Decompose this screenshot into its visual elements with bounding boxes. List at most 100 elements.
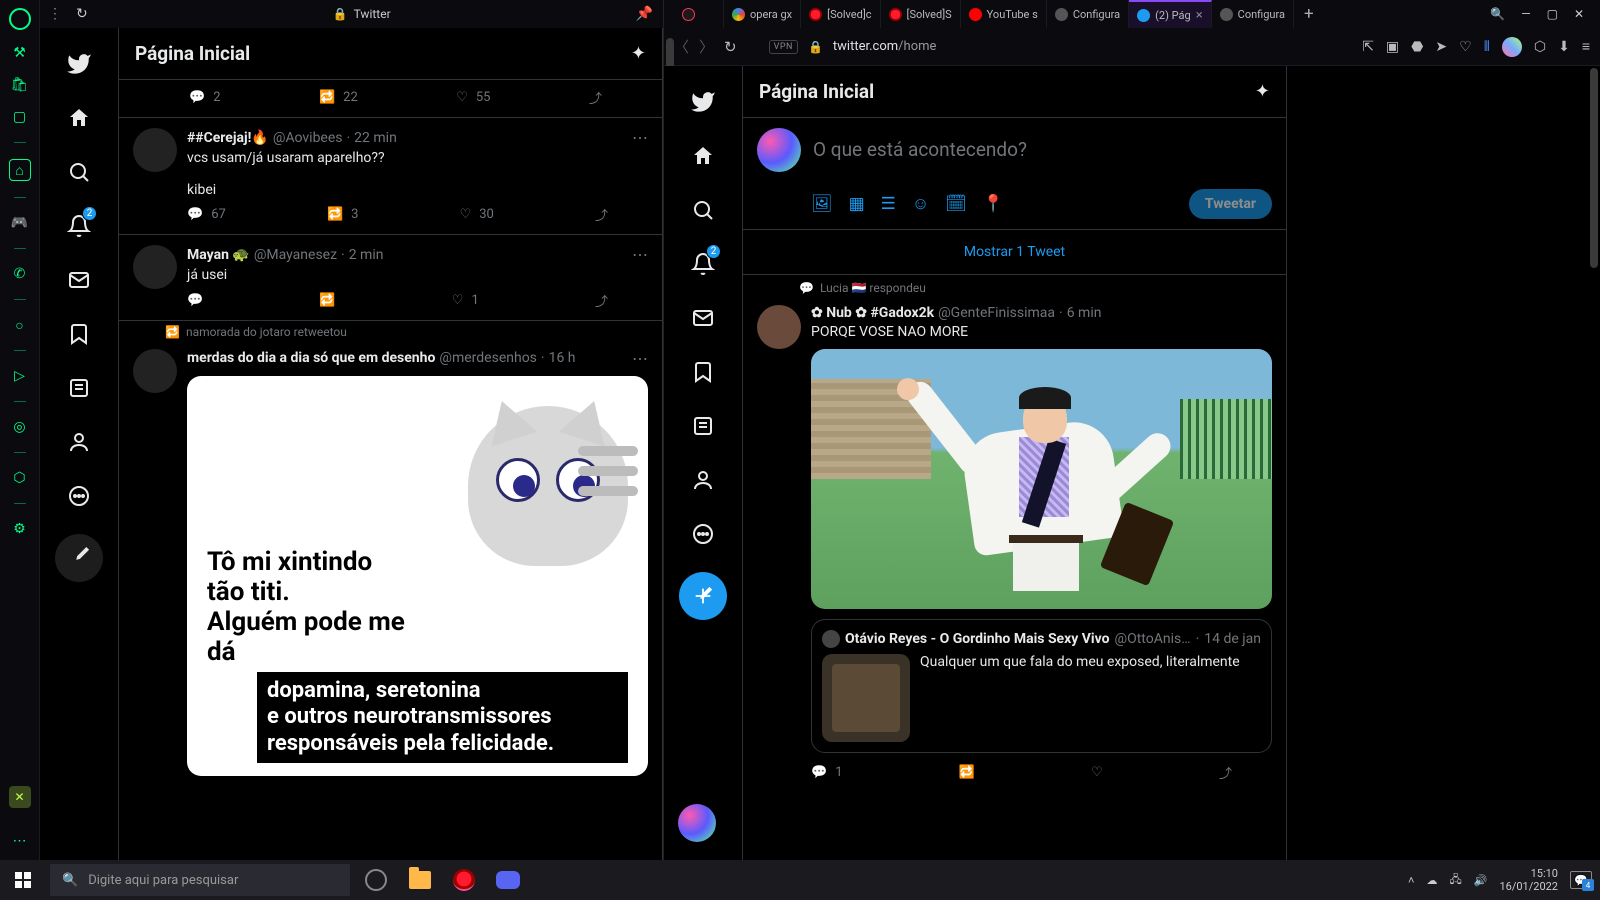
gx-home-icon[interactable]: ⌂ (9, 159, 31, 181)
taskbar-search[interactable]: 🔍 Digite aqui para pesquisar (50, 864, 350, 896)
lists-icon[interactable] (55, 364, 103, 412)
gx-target-icon[interactable]: ◎ (11, 418, 29, 436)
messages-icon[interactable] (679, 294, 727, 342)
gx-game-icon[interactable]: 🎮 (11, 214, 29, 232)
location-icon[interactable]: 📍 (983, 194, 1004, 214)
sparkle-icon[interactable]: ✦ (631, 43, 646, 64)
gx-cube-icon[interactable]: ⬡ (11, 469, 29, 487)
opera-gx-taskbar-icon[interactable] (442, 860, 486, 900)
gx-play-icon[interactable]: ▷ (11, 367, 29, 385)
profile-icon[interactable] (55, 418, 103, 466)
like-action[interactable]: ♡ 30 (460, 205, 494, 224)
gx-mod-icon[interactable]: ⚒ (11, 44, 29, 62)
gx-settings-icon[interactable]: ⚙ (11, 520, 29, 538)
messages-icon[interactable] (55, 256, 103, 304)
maximize-icon[interactable]: ▢ (1547, 7, 1558, 21)
reply-action[interactable]: 💬 2 (189, 88, 221, 107)
compose-input[interactable]: O que está acontecendo? (813, 128, 1272, 189)
share-action[interactable]: ⤴ (589, 88, 602, 107)
scrollbar[interactable] (1586, 66, 1600, 860)
gx-circle-icon[interactable]: ○ (11, 316, 29, 334)
reply-action[interactable]: 💬 (187, 291, 203, 310)
more-icon[interactable] (679, 510, 727, 558)
snapshot-icon[interactable]: ▣ (1386, 39, 1399, 55)
notifications-icon[interactable]: 💬4 (1570, 871, 1592, 889)
share-icon[interactable]: ⇱ (1362, 39, 1374, 55)
tray-cloud-icon[interactable]: ☁ (1426, 874, 1437, 887)
forward-icon[interactable]: 〉 (699, 36, 714, 57)
explorer-icon[interactable] (398, 860, 442, 900)
back-icon[interactable]: 〈 (674, 36, 689, 57)
url-display[interactable]: twitter.com/home (833, 39, 937, 54)
tab-twitter-active[interactable]: (2) Pág× (1129, 0, 1212, 28)
more-icon[interactable]: ⋯ (632, 349, 648, 368)
retweet-action[interactable]: 🔁 (959, 763, 975, 782)
tray-network-icon[interactable]: 🖧 (1449, 871, 1461, 890)
tweet[interactable]: Mayan 🐢 @Mayanesez · 2 min⋯ já usei 💬 🔁 … (119, 235, 662, 320)
lists-icon[interactable] (679, 402, 727, 450)
like-action[interactable]: ♡ 1 (452, 291, 479, 310)
minimize-icon[interactable]: — (1521, 7, 1530, 21)
heart-icon[interactable]: ♡ (1459, 39, 1472, 55)
retweet-action[interactable]: 🔁 (319, 291, 335, 310)
share-action[interactable]: ⤴ (595, 205, 608, 224)
tab-config-1[interactable]: Configura (1047, 0, 1129, 28)
tab-opera-1[interactable]: [Solved]c (801, 0, 880, 28)
gx-corner-icon[interactable]: ✕ (9, 786, 31, 808)
gx-more-icon[interactable]: ⋯ (11, 832, 29, 850)
menu-dots-icon[interactable]: ⋮ (48, 6, 62, 22)
tweet-button[interactable]: Tweetar (1189, 189, 1272, 219)
tweet[interactable]: ✿ Nub ✿ #Gadox2k @GenteFinissimaa · 6 mi… (743, 295, 1286, 792)
tab-opera-2[interactable]: [Solved]S (881, 0, 961, 28)
bookmarks-icon[interactable] (55, 310, 103, 358)
tweet-image[interactable] (811, 349, 1272, 609)
cube-icon[interactable]: ⬡ (1534, 39, 1546, 55)
explore-icon[interactable] (679, 186, 727, 234)
new-tab-button[interactable]: + (1294, 4, 1324, 24)
tab-google[interactable]: opera gx (724, 0, 801, 28)
gx-store-icon[interactable]: 🛍 (11, 76, 29, 94)
show-more-tweets[interactable]: Mostrar 1 Tweet (743, 230, 1286, 275)
account-avatar[interactable] (678, 804, 716, 842)
emoji-icon[interactable]: ☺ (912, 194, 929, 214)
gx-logo-icon[interactable] (9, 8, 31, 30)
reload-icon[interactable]: ↻ (724, 38, 737, 56)
share-action[interactable]: ⤴ (1219, 763, 1232, 782)
reload-icon[interactable]: ↻ (76, 6, 88, 22)
media-icon[interactable]: 🖼 (811, 194, 833, 214)
sparkle-icon[interactable]: ✦ (1255, 81, 1270, 102)
downloads-icon[interactable]: ⬇ (1558, 39, 1570, 55)
gx-twitch-icon[interactable]: ▢ (11, 108, 29, 126)
tray-clock[interactable]: 15:1016/01/2022 (1499, 867, 1558, 893)
notifications-icon[interactable]: 2 (55, 202, 103, 250)
shield-icon[interactable]: ⬣ (1411, 39, 1423, 55)
share-action[interactable]: ⤴ (595, 291, 608, 310)
retweet-action[interactable]: 🔁 3 (327, 205, 359, 224)
close-window-icon[interactable]: ✕ (1574, 7, 1584, 21)
discord-icon[interactable] (486, 860, 530, 900)
reply-action[interactable]: 💬 67 (187, 205, 226, 224)
tweet[interactable]: ##Cerejaj!🔥 @Aovibees · 22 min⋯ vcs usam… (119, 118, 662, 235)
twitter-logo-icon[interactable] (55, 40, 103, 88)
quoted-tweet[interactable]: Otávio Reyes - O Gordinho Mais Sexy Vivo… (811, 619, 1272, 753)
avatar[interactable] (133, 349, 177, 393)
retweet-action[interactable]: 🔁 22 (319, 88, 358, 107)
tab-gx-corner[interactable] (674, 0, 724, 28)
start-button[interactable] (0, 860, 46, 900)
avatar[interactable] (757, 305, 801, 349)
twitter-logo-icon[interactable] (679, 78, 727, 126)
tweet-image[interactable]: Tô mi xintindo tão titi. Alguém pode me … (187, 376, 648, 776)
explore-icon[interactable] (55, 148, 103, 196)
profile-icon[interactable] (679, 456, 727, 504)
more-icon[interactable] (55, 472, 103, 520)
reply-action[interactable]: 💬 1 (811, 763, 843, 782)
tweet[interactable]: merdas do dia a dia só que em desenho @m… (119, 339, 662, 786)
easy-setup-icon[interactable]: ≡ (1582, 38, 1590, 55)
notifications-icon[interactable]: 2 (679, 240, 727, 288)
wave-icon[interactable]: ⦀ (1484, 39, 1490, 55)
gif-icon[interactable]: ▦ (849, 194, 865, 214)
home-icon[interactable] (55, 94, 103, 142)
more-icon[interactable]: ⋯ (632, 128, 648, 147)
more-icon[interactable]: ⋯ (632, 245, 648, 264)
schedule-icon[interactable]: 🗓 (945, 194, 967, 214)
